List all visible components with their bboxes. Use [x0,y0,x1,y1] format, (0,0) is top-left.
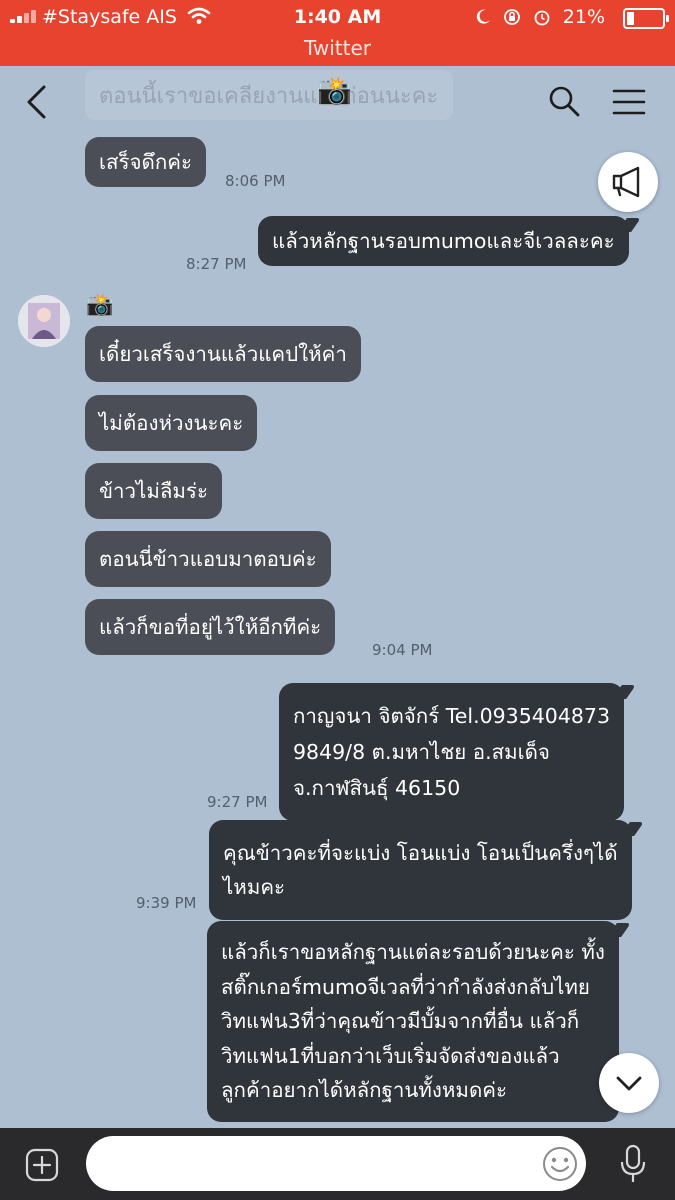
message-text-line: กาญจนา จิตจักร์ Tel.0935404873 [293,704,611,728]
status-bar: #Staysafe AIS 1:40 AM 21% Twitter [0,0,675,66]
message-text: เดี๋ยวเสร็จงานแล้วแคปให้ค่า [99,342,347,366]
message-bubble-incoming[interactable]: แล้วก็ขอที่อยู่ไว้ให้อีกทีค่ะ [85,599,336,655]
message-timestamp: 9:04 PM [372,641,433,659]
message-text: ไม่ต้องห่วงนะคะ [99,411,244,435]
megaphone-icon [612,166,640,198]
message-bubble-outgoing[interactable]: คุณข้าวคะที่จะแบ่ง โอนแบ่ง โอนเป็นครึ่งๆ… [209,820,632,920]
scroll-to-bottom-button[interactable] [599,1053,659,1113]
message-bubble-incoming[interactable]: ตอนนี่ข้าวแอบมาตอบค่ะ [85,531,331,587]
message-bubble-incoming[interactable]: ไม่ต้องห่วงนะคะ [85,395,258,451]
message-text-line: 9849/8 ต.มหาไชย อ.สมเด็จ [293,740,550,764]
battery-percent: 21% [562,6,605,28]
message-bubble-incoming[interactable]: ข้าวไม่ลืมร่ะ [85,463,222,519]
message-text-line: คุณข้าวคะที่จะแบ่ง โอนแบ่ง โอนเป็นครึ่งๆ… [223,841,618,865]
message-text: แล้วก็ขอที่อยู่ไว้ให้อีกทีค่ะ [99,615,322,639]
chevron-down-icon [616,1076,642,1091]
back-to-app-label[interactable]: Twitter [0,36,675,60]
avatar[interactable] [18,295,70,347]
battery-icon [623,8,669,29]
message-timestamp: 9:39 PM [136,894,197,912]
message-text-line: ไหมคะ [223,875,286,899]
chat-title-text: ตอนนี้เราขอเคลียงานแล้วก่อนนะคะ [99,84,439,109]
message-bubble-outgoing[interactable]: กาญจนา จิตจักร์ Tel.0935404873 9849/8 ต.… [279,683,625,821]
status-indicators: 21% [475,6,605,28]
back-chevron-icon[interactable] [22,84,52,120]
hamburger-menu-icon[interactable] [612,88,646,116]
announcement-button[interactable] [598,152,658,212]
message-timestamp: 8:27 PM [186,255,247,273]
alarm-icon [534,10,550,26]
message-bubble-outgoing[interactable]: แล้วหลักฐานรอบmumoและจีเวลละคะ [258,216,629,266]
message-timestamp: 9:27 PM [207,793,268,811]
message-text: ตอนนี่ข้าวแอบมาตอบค่ะ [99,547,317,571]
chat-title: ตอนนี้เราขอเคลียงานแล้วก่อนนะคะ 📸 [85,70,453,120]
sender-name-emoji: 📸 [86,293,114,318]
message-bubble-incoming[interactable]: เดี๋ยวเสร็จงานแล้วแคปให้ค่า [85,326,361,382]
moon-icon [476,9,490,24]
message-text: แล้วหลักฐานรอบmumoและจีเวลละคะ [272,229,615,253]
message-text-line: วิทแฟน1ที่บอกว่าเว็บเริ่มจัดส่งของแล้ว [221,1043,560,1068]
message-text-line: สติ๊กเกอร์mumoจีเวลที่ว่ากำลังส่งกลับไทย [221,974,590,999]
message-text-line: วิทแฟน3ที่ว่าคุณข้าวมีบั้มจากที่อื่น แล้… [221,1009,580,1033]
message-text: ข้าวไม่ลืมร่ะ [99,479,208,503]
search-icon[interactable] [547,84,581,118]
message-timestamp: 8:06 PM [225,172,286,190]
message-bubble-outgoing[interactable]: แล้วก็เราขอหลักฐานแต่ละรอบด้วยนะคะ ทั้ง … [207,921,619,1122]
chat-header: ตอนนี้เราขอเคลียงานแล้วก่อนนะคะ 📸 [0,66,675,136]
microphone-icon[interactable] [618,1144,648,1184]
camera-flash-emoji: 📸 [317,74,352,107]
message-text-line: ลูกค้าอยากได้หลักฐานทั้งหมดค่ะ [221,1078,507,1102]
message-input-bar [0,1128,675,1200]
smiley-icon[interactable] [541,1145,579,1183]
message-bubble-incoming[interactable]: เสร็จดึกค่ะ [85,137,206,187]
rotation-lock-icon [503,9,520,25]
message-text-line: แล้วก็เราขอหลักฐานแต่ละรอบด้วยนะคะ ทั้ง [221,940,605,964]
message-input[interactable] [86,1136,586,1191]
message-text-line: จ.กาฬสินธุ์ 46150 [293,776,461,800]
plus-icon[interactable] [25,1148,59,1182]
message-text: เสร็จดึกค่ะ [99,150,192,174]
